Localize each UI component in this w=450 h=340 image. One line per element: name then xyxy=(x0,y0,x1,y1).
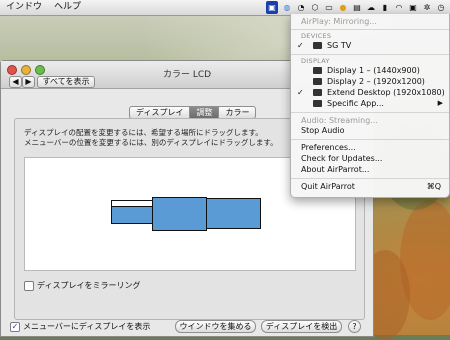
devices-header: DEVICES xyxy=(301,32,332,40)
monitor-icon xyxy=(313,78,322,85)
bag-icon[interactable]: ▣ xyxy=(408,3,418,13)
help-button[interactable]: ? xyxy=(348,320,361,333)
airparrot-icon[interactable]: ▣ xyxy=(266,1,278,14)
monitor-icon xyxy=(313,89,322,96)
menu-extras: ▣ ◍ ◔ ⬡ ▭ ● ▤ ☁ ▮ ◠ ▣ ✲ ◷ xyxy=(266,0,446,15)
mirror-checkbox[interactable] xyxy=(24,280,34,291)
quit-shortcut: ⌘Q xyxy=(426,182,441,191)
instruction-line-2: メニューバーの位置を変更するには、別のディスプレイにドラッグします。 xyxy=(24,138,278,147)
shield-icon[interactable]: ⬡ xyxy=(310,3,320,13)
back-button[interactable]: ◀ xyxy=(9,76,22,88)
app-windows-icon xyxy=(313,100,322,107)
chat-icon[interactable]: ◔ xyxy=(296,3,306,13)
menubar-strip[interactable] xyxy=(112,201,152,207)
display-thumbnail-3[interactable] xyxy=(206,198,261,229)
show-in-menubar-checkbox[interactable]: ✓ xyxy=(10,321,20,332)
menu-item-specific-app[interactable]: Specific App... ▶ xyxy=(291,98,449,109)
check-icon: ✓ xyxy=(297,41,304,50)
menu-item-stop-audio[interactable]: Stop Audio xyxy=(291,125,449,136)
show-in-menubar-option[interactable]: ✓ メニューバーにディスプレイを表示 xyxy=(10,321,150,332)
display-header: DISPLAY xyxy=(301,57,330,65)
battery-icon[interactable]: ▮ xyxy=(380,3,390,13)
menu-separator xyxy=(291,112,449,113)
monitor-icon xyxy=(313,67,322,74)
tv-icon xyxy=(313,42,322,49)
menu-item-device[interactable]: ✓ SG TV xyxy=(291,40,449,51)
forward-button[interactable]: ▶ xyxy=(22,76,35,88)
airparrot-menu: AirPlay: Mirroring... DEVICES ✓ SG TV DI… xyxy=(290,14,450,198)
menu-item-mirroring: AirPlay: Mirroring... xyxy=(301,17,377,26)
globe-icon[interactable]: ◍ xyxy=(282,3,292,13)
menu-item-about[interactable]: About AirParrot... xyxy=(291,164,449,175)
display-thumbnail-2[interactable] xyxy=(152,197,207,231)
mirror-displays-option[interactable]: ディスプレイをミラーリング xyxy=(24,280,140,291)
show-all-button[interactable]: すべてを表示 xyxy=(37,76,95,88)
display-thumbnail-1[interactable] xyxy=(111,200,153,224)
menu-item-display-2[interactable]: Display 2 – (1920x1200) xyxy=(291,76,449,87)
gear-icon[interactable]: ✲ xyxy=(422,3,432,13)
drive-icon[interactable]: ▤ xyxy=(352,3,362,13)
color-wheel-icon[interactable]: ● xyxy=(338,3,348,13)
menu-item-extend-desktop[interactable]: ✓ Extend Desktop (1920x1080) xyxy=(291,87,449,98)
bottom-bar: ✓ メニューバーにディスプレイを表示 ウインドウを集める ディスプレイを検出 ? xyxy=(1,318,373,336)
menu-separator xyxy=(291,29,449,30)
menu-help[interactable]: ヘルプ xyxy=(48,0,87,15)
cloud-icon[interactable]: ☁ xyxy=(366,3,376,13)
menu-separator xyxy=(291,139,449,140)
wifi-icon[interactable]: ◠ xyxy=(394,3,404,13)
display-icon[interactable]: ▭ xyxy=(324,3,334,13)
menu-window[interactable]: インドウ xyxy=(0,0,48,15)
menu-item-quit[interactable]: Quit AirParrot ⌘Q xyxy=(291,181,449,192)
clock-icon[interactable]: ◷ xyxy=(436,3,446,13)
menu-separator xyxy=(291,178,449,179)
instruction-line-1: ディスプレイの配置を変更するには、希望する場所にドラッグします。 xyxy=(24,128,263,137)
menu-separator xyxy=(291,54,449,55)
tab-color[interactable]: カラー xyxy=(219,107,255,118)
check-icon: ✓ xyxy=(297,88,304,97)
detect-displays-button[interactable]: ディスプレイを検出 xyxy=(261,320,342,333)
menu-item-display-1[interactable]: Display 1 – (1440x900) xyxy=(291,65,449,76)
tab-arrangement[interactable]: 調整 xyxy=(190,107,220,118)
menu-item-preferences[interactable]: Preferences... xyxy=(291,142,449,153)
mirror-label: ディスプレイをミラーリング xyxy=(37,281,141,290)
tab-display[interactable]: ディスプレイ xyxy=(130,107,191,118)
menu-item-check-updates[interactable]: Check for Updates... xyxy=(291,153,449,164)
instructions: ディスプレイの配置を変更するには、希望する場所にドラッグします。 メニューバーの… xyxy=(24,128,278,148)
gather-windows-button[interactable]: ウインドウを集める xyxy=(175,320,256,333)
show-in-menubar-label: メニューバーにディスプレイを表示 xyxy=(23,322,151,331)
submenu-arrow-icon: ▶ xyxy=(437,99,443,107)
